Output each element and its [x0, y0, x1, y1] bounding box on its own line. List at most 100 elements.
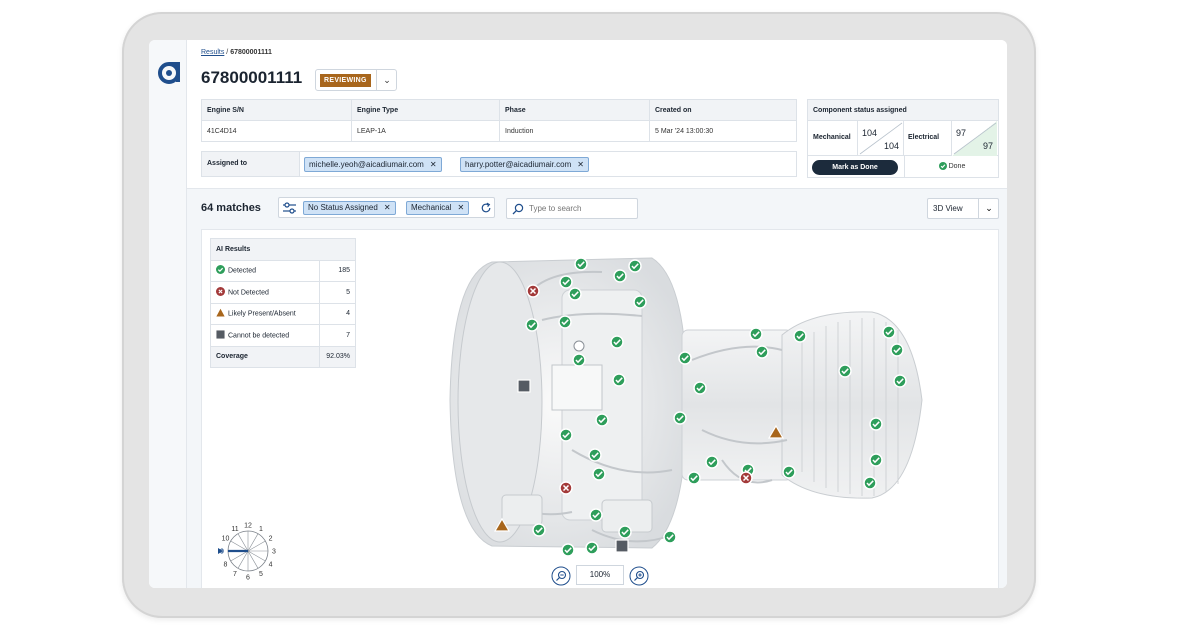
col-phase: Phase: [499, 99, 650, 121]
view-select[interactable]: 3D View ⌄: [927, 198, 999, 219]
likely-cell: Likely Present/Absent: [210, 302, 320, 325]
detected-marker[interactable]: [687, 471, 701, 485]
mechanical-count: 104 104: [857, 121, 903, 156]
detected-marker[interactable]: [574, 257, 588, 271]
row-value: 4: [319, 302, 356, 325]
cannot-detect-marker[interactable]: [517, 379, 531, 393]
clock-label: 5: [259, 571, 263, 578]
clock-label: 11: [231, 526, 238, 533]
component-status-card: Component status assigned Mechanical 104…: [807, 99, 999, 178]
assignee-chip[interactable]: michelle.yeoh@aicadiumair.com ✕: [304, 157, 442, 172]
detected-marker[interactable]: [595, 413, 609, 427]
detected-marker[interactable]: [705, 455, 719, 469]
detected-marker[interactable]: [610, 335, 624, 349]
detected-marker[interactable]: [561, 543, 575, 557]
detected-marker[interactable]: [525, 318, 539, 332]
detected-marker[interactable]: [890, 343, 904, 357]
detected-marker[interactable]: [693, 381, 707, 395]
clock-label: 10: [222, 536, 230, 543]
coverage-label: Coverage: [210, 345, 320, 368]
detected-marker[interactable]: [863, 476, 877, 490]
cell-phase: Induction: [499, 120, 650, 142]
detected-marker[interactable]: [633, 295, 647, 309]
detected-marker[interactable]: [893, 374, 907, 388]
detected-marker[interactable]: [589, 508, 603, 522]
check-circle-icon: [938, 162, 947, 171]
detected-marker[interactable]: [585, 541, 599, 555]
filter-chip[interactable]: Mechanical ✕: [406, 201, 470, 215]
not-detected-marker[interactable]: [526, 284, 540, 298]
row-value: 5: [319, 281, 356, 304]
detected-marker[interactable]: [628, 259, 642, 273]
detected-marker[interactable]: [673, 411, 687, 425]
table-row: Coverage 92.03%: [210, 345, 356, 368]
cell-engine-sn: 41C4D14: [201, 120, 352, 142]
clock-position-dial[interactable]: 12 12 3 45 6 789 1011: [210, 520, 280, 582]
detected-marker[interactable]: [882, 325, 896, 339]
detected-marker[interactable]: [559, 275, 573, 289]
filter-chip[interactable]: No Status Assigned ✕: [303, 201, 396, 215]
brand-logo-icon[interactable]: [156, 60, 182, 86]
selected-marker[interactable]: [573, 340, 585, 352]
detected-marker[interactable]: [782, 465, 796, 479]
close-icon[interactable]: ✕: [384, 203, 391, 212]
mechanical-label: Mechanical: [813, 134, 851, 141]
close-icon[interactable]: ✕: [457, 203, 464, 212]
clock-label: 12: [244, 523, 252, 530]
detected-marker[interactable]: [572, 353, 586, 367]
detected-marker[interactable]: [558, 315, 572, 329]
detected-marker[interactable]: [678, 351, 692, 365]
close-icon[interactable]: ✕: [577, 160, 584, 169]
status-dropdown[interactable]: REVIEWING ⌄: [315, 69, 397, 91]
breadcrumb-current: 67800001111: [230, 49, 272, 56]
detected-marker[interactable]: [618, 525, 632, 539]
sidebar: [149, 40, 187, 588]
filter-sliders-icon[interactable]: [283, 202, 296, 214]
chevron-down-icon[interactable]: ⌄: [978, 199, 999, 218]
detected-marker[interactable]: [568, 287, 582, 301]
detected-marker[interactable]: [755, 345, 769, 359]
detected-marker[interactable]: [592, 467, 606, 481]
electrical-count: 97 97: [951, 121, 997, 156]
app-screen: Results / 67800001111 67800001111 REVIEW…: [149, 40, 1007, 588]
clock-label: 8: [224, 562, 228, 569]
zoom-in-icon[interactable]: [628, 566, 650, 586]
chevron-down-icon[interactable]: ⌄: [376, 70, 397, 90]
component-status-title: Component status assigned: [808, 100, 998, 121]
assignee-email: harry.potter@aicadiumair.com: [465, 160, 572, 169]
assignee-chip[interactable]: harry.potter@aicadiumair.com ✕: [460, 157, 589, 172]
assignee-email: michelle.yeoh@aicadiumair.com: [309, 160, 424, 169]
electrical-label: Electrical: [908, 134, 940, 141]
row-value: 7: [319, 324, 356, 347]
mark-as-done-button[interactable]: Mark as Done: [812, 160, 898, 175]
detected-marker[interactable]: [663, 530, 677, 544]
engine-3d-view[interactable]: [442, 250, 962, 570]
square-icon: [216, 330, 225, 339]
search-input[interactable]: [529, 202, 634, 215]
cannot-detect-marker[interactable]: [615, 539, 629, 553]
reset-icon[interactable]: [480, 202, 492, 214]
close-icon[interactable]: ✕: [430, 160, 437, 169]
detected-marker[interactable]: [613, 269, 627, 283]
not-detected-marker[interactable]: [739, 471, 753, 485]
matches-count: 64 matches: [201, 202, 261, 214]
detected-marker[interactable]: [838, 364, 852, 378]
ai-results-title: AI Results: [210, 238, 356, 261]
detected-marker[interactable]: [588, 448, 602, 462]
detected-marker[interactable]: [532, 523, 546, 537]
x-circle-icon: [216, 286, 225, 296]
search-box[interactable]: [506, 198, 638, 219]
breadcrumb-results-link[interactable]: Results: [201, 49, 224, 56]
filter-bar[interactable]: No Status Assigned ✕ Mechanical ✕: [278, 197, 495, 218]
zoom-out-icon[interactable]: [550, 566, 572, 586]
assigned-to-field[interactable]: Assigned to michelle.yeoh@aicadiumair.co…: [201, 151, 797, 177]
detected-marker[interactable]: [793, 329, 807, 343]
not-detected-marker[interactable]: [559, 481, 573, 495]
main-content: Results / 67800001111 67800001111 REVIEW…: [187, 40, 1007, 588]
electrical-total: 97: [982, 141, 993, 151]
detected-marker[interactable]: [559, 428, 573, 442]
detected-marker[interactable]: [869, 453, 883, 467]
detected-marker[interactable]: [612, 373, 626, 387]
detected-marker[interactable]: [869, 417, 883, 431]
detected-marker[interactable]: [749, 327, 763, 341]
